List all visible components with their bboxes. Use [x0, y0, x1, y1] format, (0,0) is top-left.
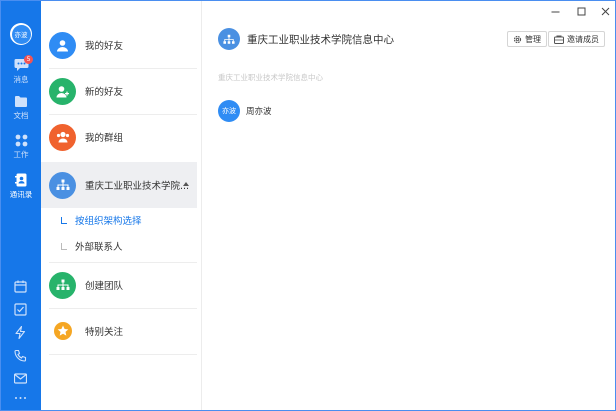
member-row[interactable]: 亦波 周亦波 [218, 100, 272, 122]
manage-button-label: 管理 [525, 34, 541, 44]
nav-item-label: 文档 [13, 111, 29, 120]
invite-members-button[interactable]: 邀请成员 [548, 31, 605, 47]
star-icon [49, 318, 76, 345]
calendar-icon[interactable] [14, 280, 27, 293]
tree-branch-icon [61, 242, 67, 250]
nav-item-work[interactable]: 工作 [1, 134, 41, 160]
checklist-icon[interactable] [14, 303, 27, 316]
contacts-item-label: 创建团队 [85, 281, 124, 292]
contacts-icon [15, 173, 27, 187]
contacts-item-label: 特别关注 [85, 327, 124, 338]
contacts-item-create-team[interactable]: 创建团队 [41, 262, 197, 308]
breadcrumb[interactable]: 重庆工业职业技术学院信息中心 [218, 72, 323, 83]
member-name: 周亦波 [246, 107, 272, 117]
add-person-icon [49, 77, 76, 105]
gear-icon [513, 35, 522, 43]
org-avatar [218, 28, 240, 50]
person-icon [49, 31, 76, 59]
nav-item-messages[interactable]: 5 消息 [1, 55, 41, 85]
document-icon [15, 96, 27, 107]
contacts-item-new-friends[interactable]: 新的好友 [41, 68, 197, 114]
mail-icon[interactable] [14, 372, 27, 385]
contacts-item-organization[interactable]: 重庆工业职业技术学院... [41, 162, 197, 208]
sub-item-by-org[interactable]: 按组织架构选择 [61, 211, 142, 229]
unread-badge: 5 [24, 55, 33, 64]
close-button[interactable] [598, 4, 612, 18]
org-tree-icon [49, 171, 76, 199]
sub-item-external[interactable]: 外部联系人 [61, 237, 123, 255]
team-icon [49, 271, 76, 299]
contacts-item-label: 重庆工业职业技术学院... [85, 181, 190, 192]
tree-branch-icon [61, 216, 67, 224]
org-tree-icon [223, 34, 235, 44]
invite-icon [554, 35, 564, 44]
user-avatar[interactable]: 亦波 [10, 23, 32, 45]
minimize-icon [551, 11, 559, 12]
user-avatar-text: 亦波 [11, 24, 31, 44]
maximize-icon [577, 7, 585, 15]
contacts-item-special-follow[interactable]: 特别关注 [41, 308, 197, 354]
work-grid-icon [15, 134, 27, 147]
nav-item-label: 工作 [13, 150, 29, 159]
org-title: 重庆工业职业技术学院信息中心 [247, 34, 394, 46]
nav-item-label: 通讯录 [9, 190, 33, 199]
minimize-button[interactable] [548, 4, 562, 18]
contacts-item-label: 我的群组 [85, 133, 124, 144]
nav-item-contacts[interactable]: 通讯录 [1, 173, 41, 200]
nav-item-label: 消息 [13, 75, 29, 84]
close-icon [601, 7, 609, 15]
org-detail-panel: 重庆工业职业技术学院信息中心 管理 邀请成员 重庆工业职业技术学院信息中心 亦波… [202, 1, 615, 410]
member-avatar: 亦波 [218, 100, 240, 122]
divider [49, 354, 197, 355]
sub-item-label: 按组织架构选择 [75, 216, 142, 227]
sub-item-label: 外部联系人 [75, 242, 123, 253]
nav-rail: 亦波 5 消息 文档 工作 通讯录 [1, 1, 41, 410]
contacts-item-my-groups[interactable]: 我的群组 [41, 114, 197, 160]
group-icon [49, 123, 76, 151]
contacts-item-my-friends[interactable]: 我的好友 [41, 22, 197, 68]
invite-button-label: 邀请成员 [567, 34, 599, 44]
nav-item-documents[interactable]: 文档 [1, 95, 41, 121]
phone-icon[interactable] [14, 349, 27, 362]
manage-button[interactable]: 管理 [507, 31, 547, 47]
collapse-caret-icon[interactable] [183, 182, 189, 186]
contacts-item-label: 新的好友 [85, 87, 124, 98]
lightning-icon[interactable] [14, 326, 27, 339]
more-icon[interactable] [14, 395, 27, 401]
contacts-item-label: 我的好友 [85, 41, 124, 52]
maximize-button[interactable] [574, 4, 588, 18]
contacts-panel: 我的好友 新的好友 我的群组 重庆工业职业技术学院... 按组织架构选择 外部联… [41, 1, 202, 410]
